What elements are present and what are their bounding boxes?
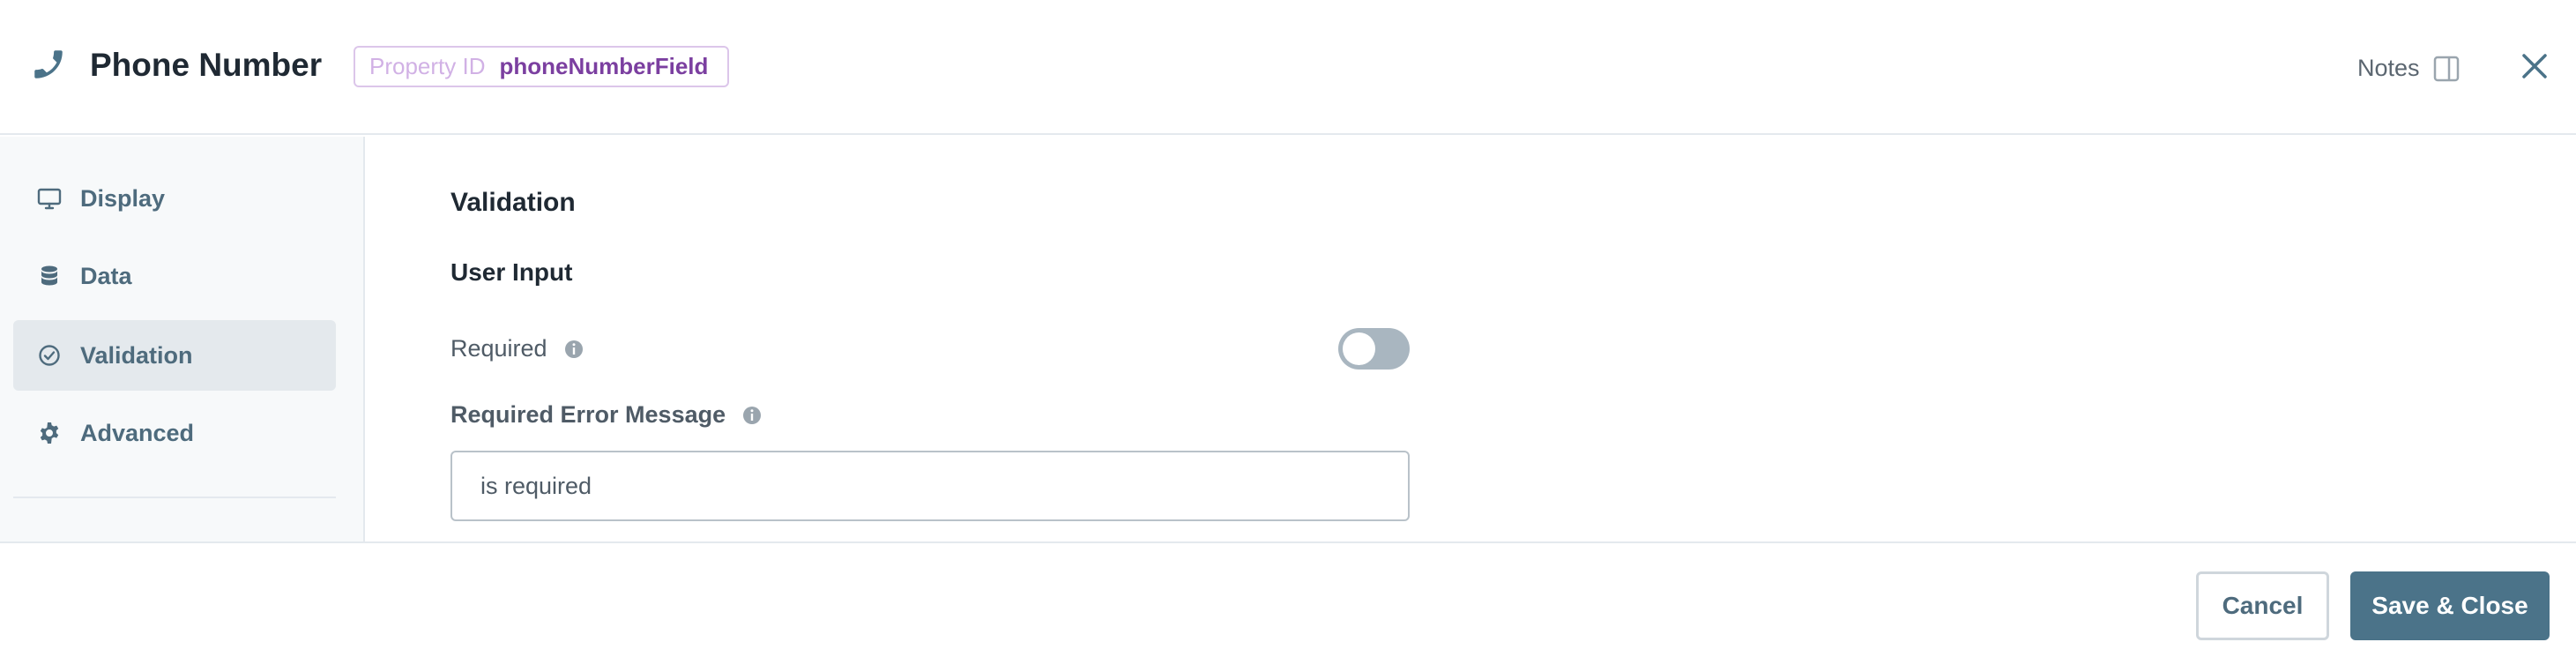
gear-icon xyxy=(40,422,59,444)
error-message-label-row: Required Error Message xyxy=(450,401,763,429)
info-icon[interactable] xyxy=(741,405,763,426)
property-id-badge: Property ID phoneNumberField xyxy=(354,46,730,87)
page-title: Phone Number xyxy=(90,47,323,83)
sidebar-item-label: Advanced xyxy=(80,419,195,446)
validation-panel: Validation User Input Required Required … xyxy=(367,137,2576,541)
side-panel-icon[interactable] xyxy=(2432,55,2461,83)
close-icon[interactable] xyxy=(2520,51,2550,81)
property-id-value: phoneNumberField xyxy=(499,53,709,79)
save-and-close-button[interactable]: Save & Close xyxy=(2350,571,2550,640)
database-icon xyxy=(41,265,57,286)
sidebar-item-label: Display xyxy=(80,184,166,212)
modal-header: Phone Number Property ID phoneNumberFiel… xyxy=(0,0,2576,135)
property-id-label: Property ID xyxy=(369,53,486,79)
sidebar-item-advanced[interactable]: Advanced xyxy=(13,398,336,468)
check-circle-icon xyxy=(39,345,60,366)
error-message-label: Required Error Message xyxy=(450,401,726,428)
info-icon[interactable] xyxy=(563,339,584,360)
modal-footer: Cancel Save & Close xyxy=(0,541,2576,672)
section-title: Validation xyxy=(450,188,576,217)
required-label-row: Required xyxy=(450,335,584,362)
monitor-icon xyxy=(37,188,62,210)
phone-icon xyxy=(34,50,63,78)
notes-toggle-label[interactable]: Notes xyxy=(2357,53,2420,83)
required-error-message-input[interactable] xyxy=(450,451,1410,521)
sidebar-item-display[interactable]: Display xyxy=(13,163,336,234)
required-toggle[interactable] xyxy=(1338,328,1410,370)
sidebar-divider xyxy=(13,497,336,498)
sidebar: Display Data Validation Advanced xyxy=(0,137,365,541)
sidebar-item-validation[interactable]: Validation xyxy=(13,320,336,391)
sidebar-item-label: Validation xyxy=(80,341,193,369)
sidebar-item-label: Data xyxy=(80,262,132,289)
subsection-title: User Input xyxy=(450,258,573,286)
toggle-knob xyxy=(1343,332,1375,365)
sidebar-item-data[interactable]: Data xyxy=(13,241,336,311)
cancel-button[interactable]: Cancel xyxy=(2196,571,2329,640)
required-label: Required xyxy=(450,335,547,362)
